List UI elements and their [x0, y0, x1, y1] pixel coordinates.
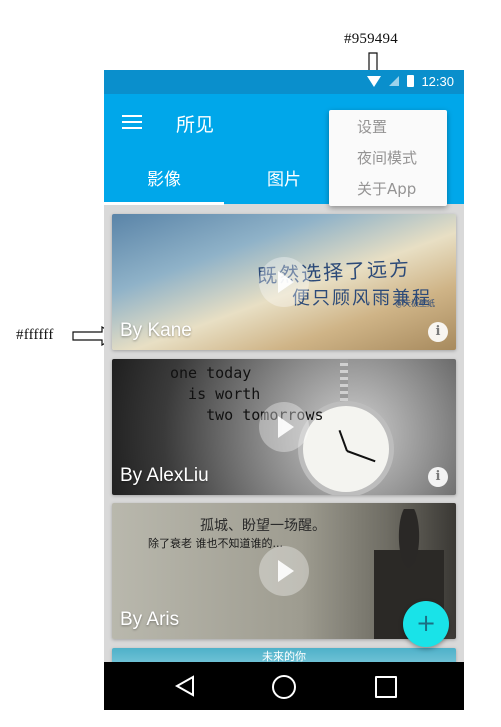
play-icon[interactable]	[259, 546, 309, 596]
signal-icon	[389, 76, 399, 86]
battery-icon	[407, 75, 414, 87]
status-icons	[367, 75, 414, 87]
back-icon[interactable]	[174, 675, 196, 697]
play-icon[interactable]	[259, 402, 309, 452]
menu-item-settings[interactable]: 设置	[329, 112, 447, 143]
app-title: 所见	[176, 114, 215, 136]
info-icon[interactable]: i	[428, 467, 448, 487]
info-icon[interactable]: i	[428, 322, 448, 342]
status-bar: 12:30	[104, 70, 464, 94]
card-author: By Kane	[120, 320, 192, 341]
card-artwork-text: 除了衰老 谁也不知道谁的...	[148, 537, 283, 550]
wifi-icon	[367, 75, 381, 87]
play-icon[interactable]	[259, 257, 309, 307]
menu-item-about[interactable]: 关于App	[329, 174, 447, 205]
video-card[interactable]: 既然选择了远方 便只顾风雨兼程 @天极壁纸 By Kane i	[112, 214, 456, 350]
tab-pictures[interactable]: 图片	[224, 165, 344, 190]
add-button[interactable]: +	[403, 601, 449, 647]
navigation-bar	[104, 662, 464, 710]
card-author: By AlexLiu	[120, 465, 209, 486]
home-icon[interactable]	[272, 675, 296, 699]
popup-color-annotation: #959494	[344, 31, 398, 47]
menu-item-night-mode[interactable]: 夜间模式	[329, 143, 447, 174]
card-artwork-text: 孤城、盼望一场醒。	[200, 518, 326, 534]
clock: 12:30	[421, 74, 454, 89]
screenshot-canvas: #959494 #ffffff 12:30 所见 影像 图片 设置 夜间模式 关…	[0, 0, 501, 727]
recent-apps-icon[interactable]	[375, 676, 397, 698]
card-author: By Aris	[120, 609, 180, 630]
tab-videos[interactable]: 影像	[104, 165, 224, 190]
author-color-annotation: #ffffff	[16, 327, 54, 343]
menu-icon[interactable]	[122, 114, 142, 130]
tab-indicator	[104, 202, 224, 205]
card-artwork-signature: @天极壁纸	[395, 299, 435, 308]
video-card[interactable]: one today is worth two tomorrows By Alex…	[112, 359, 456, 495]
phone-screen: 12:30 所见 影像 图片 设置 夜间模式 关于App 既然选择了远方 便只顾…	[104, 70, 464, 710]
overflow-menu: 设置 夜间模式 关于App	[329, 110, 447, 206]
watch-chain-graphic	[340, 359, 348, 403]
